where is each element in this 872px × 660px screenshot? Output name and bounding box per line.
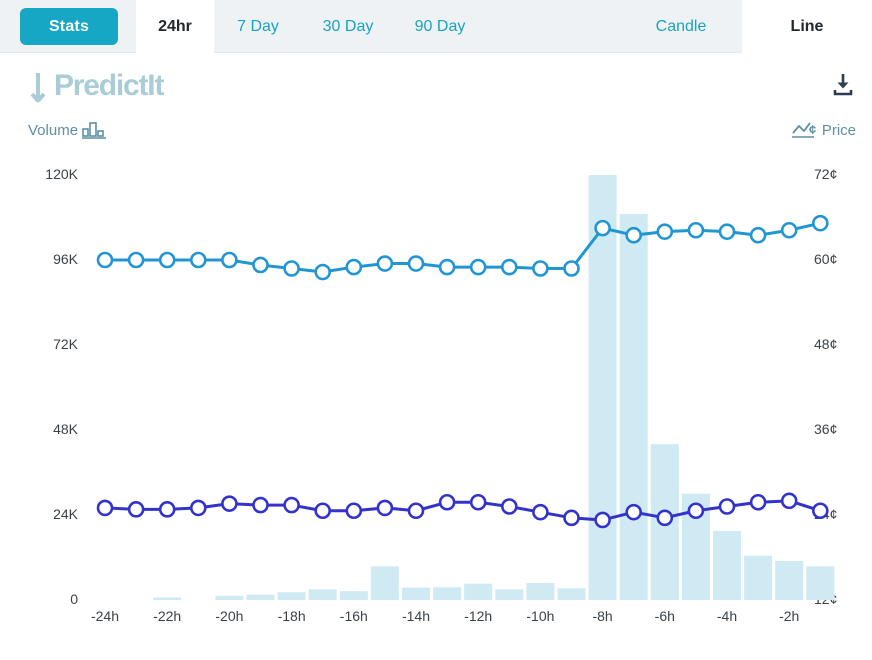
price-point-marker[interactable] (469, 493, 487, 511)
price-point-marker[interactable] (158, 501, 176, 518)
price-point-marker[interactable] (314, 263, 332, 281)
price-point-marker[interactable] (811, 214, 829, 232)
price-point-marker[interactable] (780, 221, 798, 239)
price-point-marker[interactable] (594, 511, 611, 529)
price-point-marker[interactable] (96, 499, 114, 517)
price-point-marker[interactable] (158, 251, 176, 269)
volume-bar[interactable] (433, 587, 462, 600)
volume-bar[interactable] (277, 592, 306, 600)
price-point-marker[interactable] (221, 495, 238, 512)
price-point-marker[interactable] (687, 221, 705, 239)
tab-7day[interactable]: 7 Day (214, 0, 302, 53)
price-point-marker[interactable] (376, 255, 394, 272)
volume-bar[interactable] (495, 589, 524, 601)
volume-bar[interactable] (526, 583, 555, 600)
volume-bar[interactable] (246, 594, 275, 600)
volume-bar[interactable] (619, 213, 648, 600)
price-point-marker[interactable] (127, 251, 145, 269)
price-point-marker[interactable] (407, 502, 425, 520)
volume-bar[interactable] (308, 589, 337, 601)
volume-bar[interactable] (775, 561, 804, 600)
price-point-marker[interactable] (283, 496, 300, 514)
tab-line[interactable]: Line (742, 0, 872, 53)
price-line (103, 499, 822, 522)
volume-bar[interactable] (370, 566, 399, 600)
volume-bar[interactable] (806, 566, 835, 600)
volume-bar[interactable] (339, 591, 368, 600)
price-point-marker[interactable] (221, 251, 238, 269)
price-point-marker[interactable] (532, 260, 549, 277)
price-point-marker[interactable] (345, 258, 363, 276)
tab-30day[interactable]: 30 Day (302, 0, 394, 53)
volume-bar[interactable] (713, 530, 741, 600)
price-point-marker[interactable] (656, 223, 674, 240)
price-point-marker[interactable] (563, 260, 580, 277)
volume-bar[interactable] (215, 595, 244, 600)
price-point-marker[interactable] (438, 493, 456, 511)
volume-bar[interactable] (153, 597, 182, 600)
price-point-marker[interactable] (532, 503, 549, 521)
price-point-marker[interactable] (749, 493, 767, 511)
price-point-marker[interactable] (190, 499, 207, 517)
price-point-marker[interactable] (780, 492, 798, 510)
volume-bar[interactable] (557, 588, 586, 600)
price-point-marker[interactable] (625, 503, 643, 521)
price-point-marker[interactable] (811, 502, 829, 520)
price-point-marker[interactable] (469, 258, 487, 276)
volume-bar[interactable] (464, 583, 493, 600)
price-point-marker[interactable] (252, 496, 269, 514)
price-point-marker[interactable] (500, 258, 518, 276)
price-point-marker[interactable] (314, 502, 332, 520)
price-point-marker[interactable] (438, 258, 456, 276)
price-point-marker[interactable] (594, 219, 611, 237)
tab-90day[interactable]: 90 Day (394, 0, 486, 53)
price-point-marker[interactable] (407, 255, 425, 272)
price-point-marker[interactable] (127, 501, 145, 518)
price-point-marker[interactable] (749, 226, 767, 244)
stats-button[interactable]: Stats (20, 8, 118, 45)
price-point-marker[interactable] (500, 498, 518, 515)
price-line (103, 221, 822, 274)
price-point-marker[interactable] (625, 226, 643, 244)
chart-toolbar: Stats 24hr 7 Day 30 Day 90 Day Candle Li… (0, 0, 872, 53)
price-point-marker[interactable] (563, 509, 580, 527)
price-point-marker[interactable] (190, 251, 207, 269)
price-point-marker[interactable] (376, 499, 394, 517)
volume-bar[interactable] (744, 555, 773, 600)
price-point-marker[interactable] (718, 498, 736, 515)
volume-bar[interactable] (402, 587, 430, 600)
chart-panel: PredictIt Volume ¢ Price 120K 96K 72K 48K 24… (0, 53, 872, 660)
price-point-marker[interactable] (687, 502, 705, 520)
price-point-marker[interactable] (252, 256, 269, 274)
price-point-marker[interactable] (345, 502, 363, 520)
price-point-marker[interactable] (656, 509, 674, 527)
tab-24hr[interactable]: 24hr (136, 0, 214, 53)
plot-area[interactable] (0, 53, 872, 660)
price-point-marker[interactable] (283, 260, 300, 277)
tab-candle[interactable]: Candle (620, 0, 742, 53)
price-point-marker[interactable] (96, 251, 114, 269)
price-point-marker[interactable] (718, 223, 736, 240)
